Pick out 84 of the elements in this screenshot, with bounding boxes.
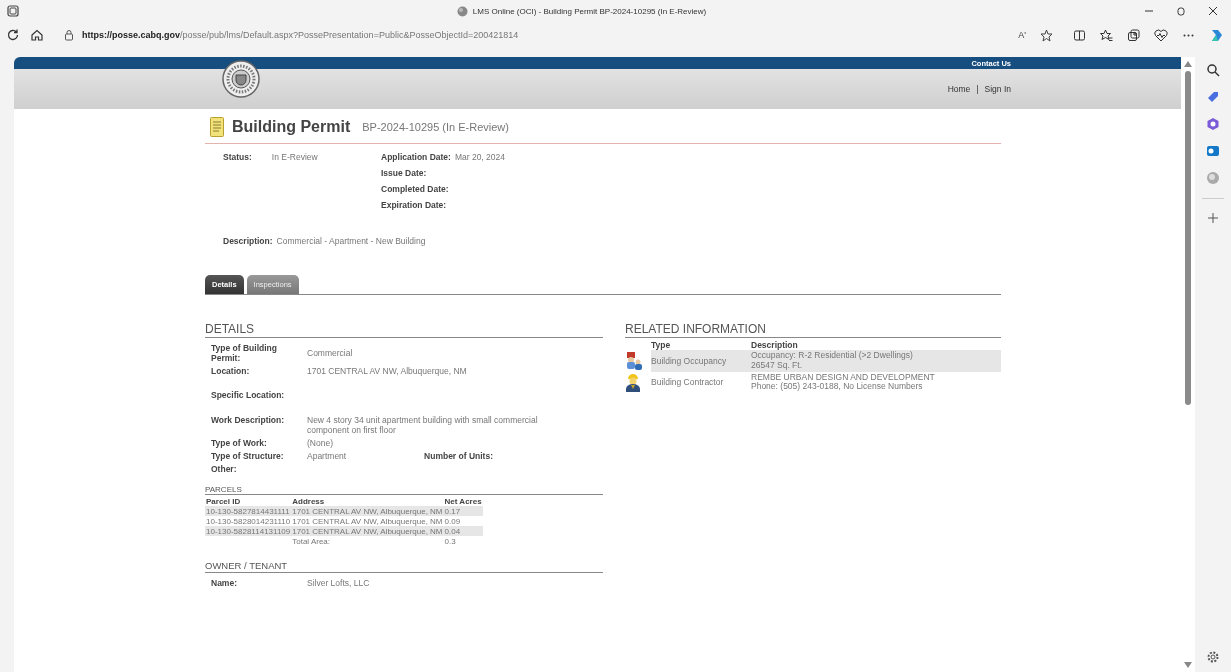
scrollbar-thumb[interactable] (1185, 71, 1191, 405)
field-label: Name: (211, 578, 238, 588)
refresh-icon[interactable] (6, 28, 20, 42)
total-value: 0.3 (444, 536, 456, 546)
field-value: (None) (307, 438, 334, 448)
copilot-icon[interactable] (1209, 27, 1225, 43)
star-icon[interactable] (1040, 28, 1053, 42)
seal-logo (222, 60, 260, 98)
field-label: Issue Date: (381, 168, 428, 178)
field-value: Silver Lofts, LLC (307, 578, 371, 588)
close-icon[interactable] (1207, 5, 1219, 17)
add-icon[interactable] (1207, 212, 1219, 224)
scroll-down-icon[interactable] (1184, 662, 1192, 668)
field-value: Mar 20, 2024 (454, 152, 505, 162)
mail-icon[interactable] (1206, 144, 1220, 158)
table-cell: 1701 CENTRAL AV NW, Albuquerque, NM (292, 526, 443, 536)
table-cell-text: REMBE URBAN DESIGN AND DEVELOPMENT (751, 372, 936, 382)
search-icon[interactable] (1206, 63, 1220, 77)
field-label: Other: (211, 464, 238, 474)
table-cell: Building Contractor (651, 377, 724, 388)
section-heading: OWNER / TENANT (205, 560, 603, 573)
table-cell-text: Phone: (505) 243-0188, No License Numbers (751, 382, 924, 393)
table-cell: 10-130-5827814431111 (206, 506, 290, 516)
nav-link[interactable]: Home (947, 84, 971, 94)
column-header: Parcel ID (205, 496, 292, 506)
worker-icon (625, 372, 641, 393)
table-cell: 0.09 (444, 516, 461, 526)
field-label: Type of Building Permit: (211, 343, 278, 363)
column-header: Net Acres (443, 496, 483, 506)
field-value: Commercial (307, 348, 354, 358)
section-heading: DETAILS (205, 322, 603, 338)
field-value: 1701 CENTRAL AV NW, Albuquerque, NM (307, 366, 468, 376)
field-label: Work Description: (211, 415, 286, 427)
field-label: Application Date: (381, 152, 451, 162)
table-cell: 1701 CENTRAL AV NW, Albuquerque, NM (292, 506, 443, 516)
restore-icon[interactable] (1175, 5, 1187, 17)
home-icon[interactable] (30, 28, 44, 42)
read-aloud-button[interactable]: Aʹ (1018, 30, 1026, 40)
field-label: Completed Date: (381, 184, 450, 194)
field-label: Type of Structure: (211, 451, 285, 461)
column-header: Description (751, 340, 799, 350)
hexagon-icon[interactable] (1206, 117, 1220, 131)
field-label: Number of Units: (424, 451, 493, 461)
field-label: Specific Location: (211, 390, 286, 400)
table-cell-text: 26547 Sq. Ft. (751, 360, 804, 371)
table-cell: 0.17 (444, 506, 461, 516)
field-value: Commercial - Apartment - New Building (276, 236, 426, 246)
page-title: Building Permit (232, 118, 351, 136)
table-cell: 1701 CENTRAL AV NW, Albuquerque, NM (292, 516, 443, 526)
browser-tab-title[interactable]: LMS Online (OCI) - Building Permit BP-2024-10295 (In E-Review) (472, 6, 707, 16)
nav-separator: | (976, 84, 979, 94)
people-icon (625, 350, 643, 371)
globe-icon (456, 5, 468, 17)
field-value: Apartment (307, 451, 347, 461)
total-label: Total Area: (292, 536, 331, 546)
table-cell-text: Occupancy: R-2 Residential (>2 Dwellings) (751, 351, 914, 361)
scroll-up-icon[interactable] (1184, 61, 1192, 67)
table-cell: 0.04 (444, 526, 461, 536)
tag-icon[interactable] (1206, 90, 1220, 104)
tab-actions-icon[interactable] (6, 4, 20, 18)
field-label: Expiration Date: (381, 200, 448, 210)
split-screen-icon[interactable] (1073, 28, 1086, 42)
heart-pulse-icon[interactable] (1154, 28, 1168, 42)
section-heading: PARCELS (205, 485, 603, 495)
field-value: In E-Review (271, 152, 318, 162)
lock-icon (64, 29, 74, 41)
nav-link[interactable]: Sign In (984, 84, 1011, 94)
notepad-icon (210, 117, 224, 137)
field-label: Location: (211, 366, 251, 376)
column-header: Type (651, 340, 672, 350)
favorites-icon[interactable] (1100, 28, 1113, 42)
table-cell: Building Occupancy (651, 355, 727, 366)
collections-icon[interactable] (1127, 28, 1140, 42)
address-url: https://posse.cabq.gov/posse/pub/lms/Default.aspx?PossePresentation=Public&PosseObjectId=200421814 (82, 30, 519, 40)
column-header: Address (291, 496, 444, 506)
field-label: Description: (223, 236, 273, 246)
settings-icon[interactable] (1206, 650, 1220, 664)
section-heading: RELATED INFORMATION (625, 322, 1001, 338)
table-cell: 10-130-5828014231110 (206, 516, 291, 526)
table-cell: 10-130-5828114131109 (206, 526, 291, 536)
field-label: Type of Work: (211, 438, 268, 448)
field-label: Status: (223, 152, 252, 162)
permit-number: BP-2024-10295 (In E-Review) (362, 121, 509, 133)
field-value: New 4 story 34 unit apartment building with small commercial component on first floor (307, 415, 539, 435)
